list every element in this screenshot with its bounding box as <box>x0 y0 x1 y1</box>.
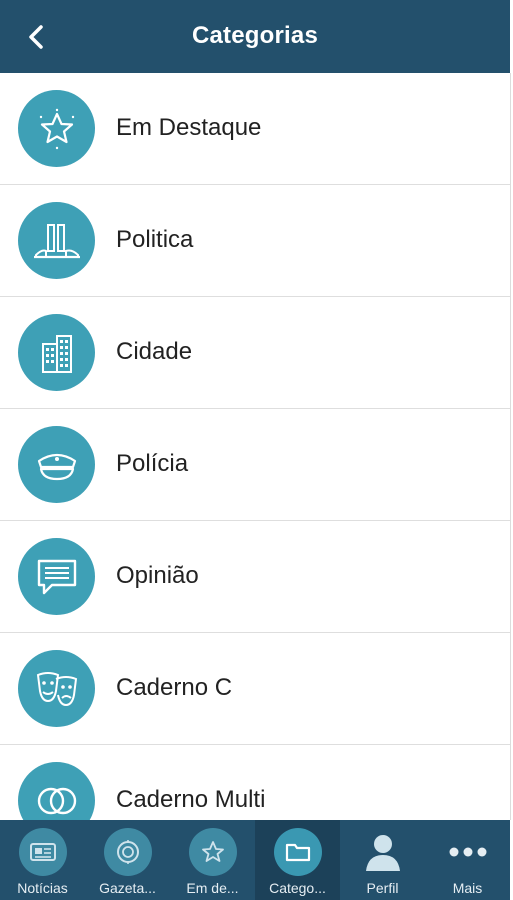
category-item-caderno-c[interactable]: Caderno C <box>0 633 510 745</box>
folder-icon <box>273 828 322 876</box>
tab-label: Perfil <box>366 880 399 896</box>
tab-mais[interactable]: Mais <box>425 820 510 900</box>
tab-label: Catego... <box>269 880 326 896</box>
star-badge-icon <box>188 828 237 876</box>
city-buildings-icon <box>18 314 95 391</box>
police-cap-icon <box>18 426 95 503</box>
tab-bar: Notícias Gazeta... Em de... Catego... Pe… <box>0 820 510 900</box>
theater-masks-icon <box>18 650 95 727</box>
category-label: Cidade <box>116 338 193 365</box>
overlapping-circles-icon <box>18 762 95 820</box>
category-item-caderno-multi[interactable]: Caderno Multi <box>0 745 510 820</box>
category-item-policia[interactable]: Polícia <box>0 409 510 521</box>
category-label: Politica <box>116 226 194 253</box>
person-icon <box>359 828 407 876</box>
app-header: Categorias <box>0 0 510 73</box>
tab-categorias[interactable]: Catego... <box>255 820 340 900</box>
tab-label: Mais <box>452 880 483 896</box>
category-item-cidade[interactable]: Cidade <box>0 297 510 409</box>
speech-bubble-icon <box>18 538 95 615</box>
tab-perfil[interactable]: Perfil <box>340 820 425 900</box>
tab-label: Notícias <box>17 880 68 896</box>
gazeta-seal-icon <box>103 828 152 876</box>
tab-noticias[interactable]: Notícias <box>0 820 85 900</box>
category-item-em-destaque[interactable]: Em Destaque <box>0 73 510 185</box>
page-title: Categorias <box>191 22 319 49</box>
category-label: Opinião <box>116 562 199 589</box>
category-label: Caderno Multi <box>116 786 266 813</box>
more-dots-icon <box>444 828 492 876</box>
category-label: Polícia <box>116 450 189 477</box>
tab-gazeta[interactable]: Gazeta... <box>85 820 170 900</box>
newspaper-icon <box>18 828 67 876</box>
tab-label: Gazeta... <box>99 880 156 896</box>
category-label: Em Destaque <box>116 114 262 141</box>
category-item-opiniao[interactable]: Opinião <box>0 521 510 633</box>
category-item-politica[interactable]: Politica <box>0 185 510 297</box>
congress-building-icon <box>18 202 95 279</box>
tab-label: Em de... <box>186 880 239 896</box>
category-list: Em Destaque Politica Cidade Polícia Opin… <box>0 73 511 820</box>
category-label: Caderno C <box>116 674 233 701</box>
tab-em-destaque[interactable]: Em de... <box>170 820 255 900</box>
star-badge-icon <box>18 90 95 167</box>
